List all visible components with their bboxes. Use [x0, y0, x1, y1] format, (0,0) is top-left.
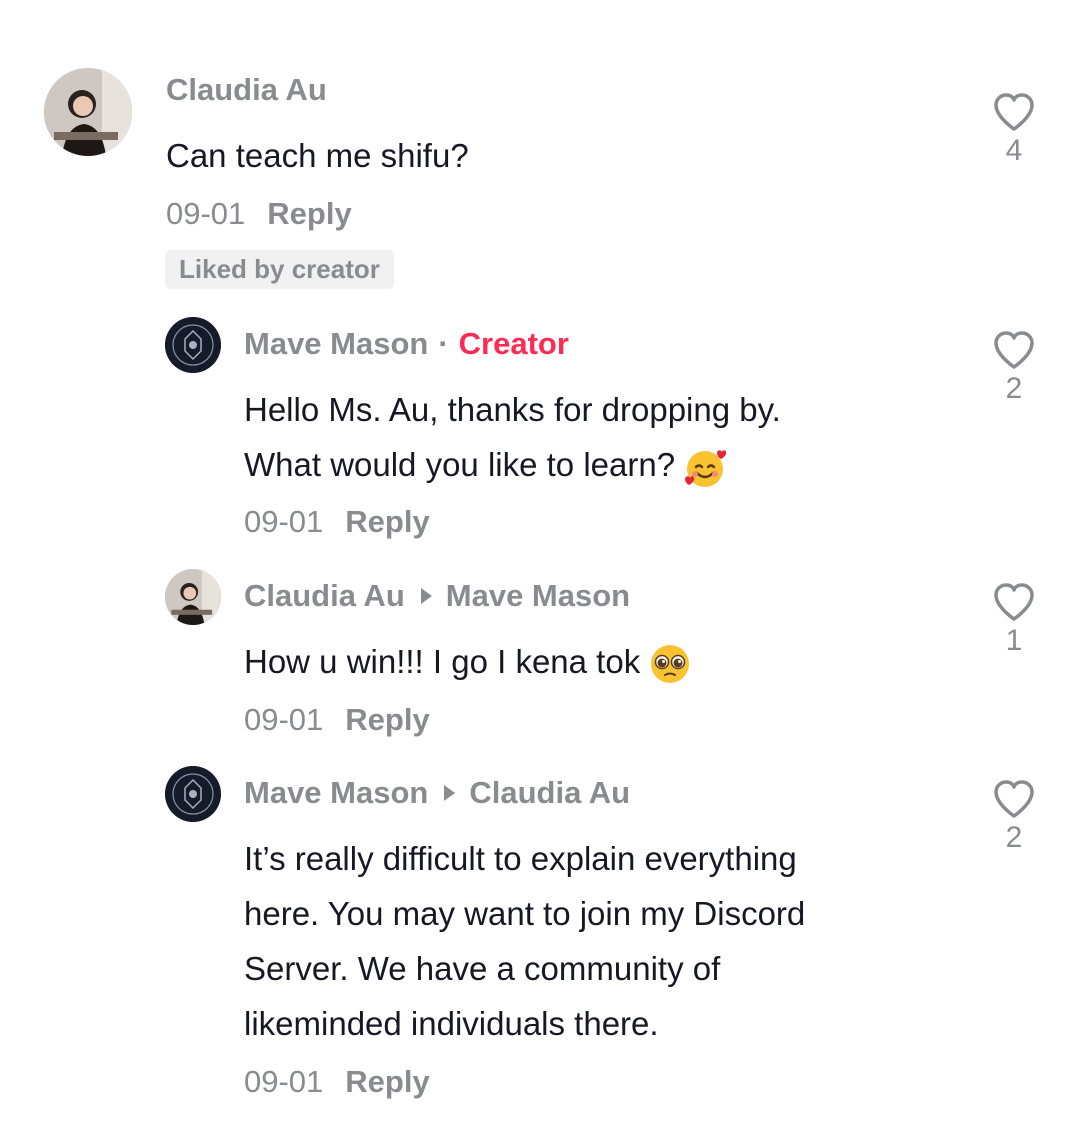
comment-date: 09-01 [244, 1064, 324, 1099]
creator-label: Creator [458, 326, 569, 361]
comment-author: Claudia Au Mave Mason [244, 578, 630, 614]
smiling-face-with-hearts-icon [685, 450, 727, 488]
comment-text: Can teach me shifu? [166, 137, 469, 174]
comment-text-line: Server. We have a community of [244, 950, 721, 987]
avatar[interactable] [165, 317, 221, 373]
reply-button[interactable]: Reply [345, 504, 429, 539]
comment-text-line: It’s really difficult to explain everyth… [244, 840, 797, 877]
pleading-face-icon [651, 645, 690, 684]
reply-to-name[interactable]: Mave Mason [446, 578, 630, 613]
author-name[interactable]: Claudia Au [244, 578, 405, 613]
comment-meta: 09-01 Reply [244, 504, 430, 540]
like-count: 4 [1005, 134, 1023, 167]
heart-outline-icon [994, 583, 1034, 621]
reply-button[interactable]: Reply [345, 702, 429, 737]
comment-text-line: What would you like to learn? [244, 446, 676, 483]
comment-meta: 09-01 Reply [166, 196, 352, 232]
comment-text-line: here. You may want to join my Discord [244, 895, 806, 932]
comment-meta: 09-01 Reply [244, 1064, 430, 1100]
like-button[interactable]: 2 [992, 779, 1036, 855]
comment-date: 09-01 [244, 702, 324, 737]
reply-to-name[interactable]: Claudia Au [469, 775, 630, 810]
heart-outline-icon [994, 331, 1034, 369]
profile-logo-icon [165, 317, 221, 373]
heart-outline-icon [994, 780, 1034, 818]
comment-meta: 09-01 Reply [244, 702, 430, 738]
author-name[interactable]: Mave Mason [244, 775, 428, 810]
liked-by-creator-badge: Liked by creator [165, 250, 394, 289]
avatar[interactable] [165, 766, 221, 822]
like-button[interactable]: 2 [992, 330, 1036, 406]
comment-date: 09-01 [166, 196, 246, 231]
comment-date: 09-01 [244, 504, 324, 539]
reply-arrow-icon [444, 784, 456, 801]
profile-photo-icon [165, 569, 221, 625]
comment-author: Mave Mason · Creator [244, 326, 569, 362]
heart-outline-icon [994, 93, 1034, 131]
comment-author: Mave Mason Claudia Au [244, 775, 630, 811]
comment-text: Hello Ms. Au, thanks for dropping by. Wh… [244, 382, 781, 492]
comment-text-line: How u win!!! I go I kena tok [244, 643, 641, 680]
close-icon[interactable] [992, 0, 1028, 8]
profile-photo-icon [44, 68, 132, 156]
like-count: 2 [1005, 372, 1023, 405]
like-button[interactable]: 1 [992, 582, 1036, 658]
like-button[interactable]: 4 [992, 92, 1036, 168]
reply-button[interactable]: Reply [267, 196, 351, 231]
avatar[interactable] [165, 569, 221, 625]
reply-arrow-icon [420, 587, 432, 604]
comment-text-line: Hello Ms. Au, thanks for dropping by. [244, 391, 781, 428]
comment-text: It’s really difficult to explain everyth… [244, 831, 805, 1051]
avatar[interactable] [44, 68, 132, 156]
like-count: 2 [1005, 821, 1023, 854]
like-count: 1 [1005, 624, 1023, 657]
comment-text: How u win!!! I go I kena tok [244, 634, 692, 689]
reply-button[interactable]: Reply [345, 1064, 429, 1099]
profile-logo-icon [165, 766, 221, 822]
comment-text-line-2: What would you like to learn? [244, 437, 781, 492]
comment-author[interactable]: Claudia Au [166, 72, 327, 108]
separator-dot: · [438, 326, 449, 361]
comment-text-line: likeminded individuals there. [244, 1005, 659, 1042]
author-name[interactable]: Mave Mason [244, 326, 428, 361]
